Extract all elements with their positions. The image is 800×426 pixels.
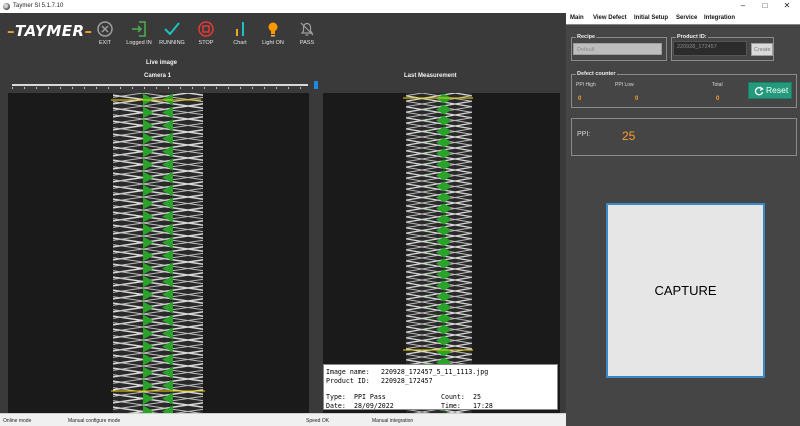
ppi-low-label: PPI Low (615, 82, 634, 88)
date-label: Date: (326, 402, 346, 410)
bulb-icon (268, 22, 278, 37)
count-value: 25 (473, 393, 481, 401)
live-image-title: Live image (146, 60, 178, 66)
window-title: Taymer SI 5.1.7.10 (13, 3, 64, 9)
product-id-group-label: Product ID: (676, 34, 708, 40)
product-id-value: 220928_172457 (381, 377, 433, 385)
date-value: 28/09/2022 (354, 402, 394, 410)
tab-main[interactable]: Main (570, 15, 584, 21)
pass-button[interactable]: PASS (287, 20, 327, 46)
bell-off-icon (300, 22, 314, 36)
login-icon (132, 21, 146, 37)
slider-ticks (12, 87, 308, 89)
tab-initial-setup[interactable]: Initial Setup (634, 15, 668, 21)
product-id-label: Product ID: (326, 377, 370, 385)
capture-button[interactable]: CAPTURE (606, 203, 765, 378)
time-value: 17:28 (473, 402, 493, 410)
defect-counter-label: Defect counter (576, 71, 617, 77)
chart-icon (236, 22, 244, 36)
tab-divider (566, 24, 800, 25)
ppi-high-count: 0 (578, 96, 582, 102)
slider-thumb[interactable] (314, 81, 318, 89)
status-mode: Online mode (3, 418, 32, 424)
recipe-select[interactable]: Default (573, 43, 662, 55)
exit-icon (97, 21, 113, 37)
time-label: Time: (441, 402, 461, 410)
maximize-icon[interactable]: □ (755, 0, 775, 13)
ppi-box (571, 118, 797, 156)
tab-integration[interactable]: Integration (704, 15, 735, 21)
tab-view-defect[interactable]: View Defect (593, 15, 627, 21)
ppi-value: 25 (622, 129, 636, 143)
image-name-value: 220928_172457_5_11_1113.jpg (381, 368, 489, 376)
create-button[interactable]: Create (751, 43, 773, 56)
status-speed: Speed OK (306, 418, 330, 424)
reset-icon (754, 86, 764, 96)
ppi-label: PPI: (577, 131, 591, 138)
close-icon[interactable]: ✕ (777, 0, 797, 13)
slider-track (12, 84, 308, 86)
total-count: 0 (716, 96, 720, 102)
type-label: Type: (326, 393, 346, 401)
image-name-label: Image name: (326, 368, 370, 376)
check-icon (164, 22, 180, 36)
minimize-icon[interactable]: – (733, 0, 753, 13)
measurement-info: Image name: 220928_172457_5_11_1113.jpg … (323, 364, 558, 410)
recipe-label: Recipe (576, 34, 597, 40)
ppi-low-count: 0 (635, 96, 639, 102)
reset-button[interactable]: Reset (748, 82, 792, 99)
camera-label: Camera 1 (144, 73, 172, 79)
total-label: Total (712, 82, 723, 88)
live-camera-picture (8, 93, 309, 413)
title-bar: Taymer SI 5.1.7.10 – □ ✕ (0, 0, 800, 13)
type-value: PPI Pass (354, 393, 386, 401)
stop-icon (198, 21, 214, 37)
last-measurement-title: Last Measurement (404, 73, 457, 79)
status-bar: Online mode Manual configure mode Speed … (0, 413, 566, 426)
exposure-slider[interactable] (12, 81, 318, 89)
count-label: Count: (441, 393, 465, 401)
status-config: Manual configure mode (68, 418, 121, 424)
tab-service[interactable]: Service (676, 15, 697, 21)
product-id-field[interactable]: 220928_172457 (673, 41, 747, 56)
taymer-logo: –TAYMER– (7, 22, 93, 40)
app-icon (3, 3, 10, 10)
live-camera-image (8, 93, 309, 413)
ppi-high-label: PPI High (576, 82, 596, 88)
status-integration: Manual integration (372, 418, 414, 424)
app-window: Taymer SI 5.1.7.10 – □ ✕ –TAYMER– EXIT L… (0, 0, 800, 426)
